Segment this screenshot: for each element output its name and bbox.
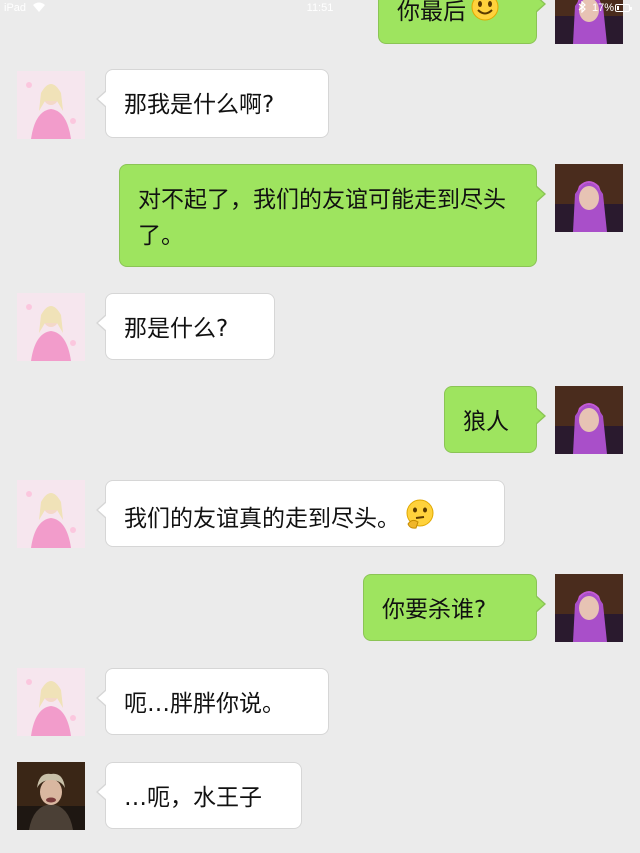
message-bubble-incoming[interactable]: 那是什么? (96, 293, 275, 360)
message-bubble-incoming[interactable]: 我们的友谊真的走到尽头。 (96, 480, 505, 547)
clock: 11:51 (306, 2, 334, 14)
battery-icon (615, 4, 632, 12)
avatar-princess[interactable] (17, 293, 85, 361)
message-bubble-incoming[interactable]: 那我是什么啊? (96, 69, 329, 138)
message-bubble-outgoing[interactable]: 狼人 (444, 386, 546, 453)
battery-percent: 17% (592, 2, 615, 14)
message-bubble-incoming[interactable]: 呃…胖胖你说。 (96, 668, 329, 735)
thinking-face-icon (404, 498, 436, 541)
avatar-princess[interactable] (17, 71, 85, 139)
message-text: 那是什么? (124, 316, 229, 342)
message-bubble-outgoing[interactable]: 你要杀谁? (363, 574, 546, 641)
message-text: 呃…胖胖你说。 (124, 691, 285, 717)
message-bubble-incoming[interactable]: …呃，水王子 (96, 762, 302, 829)
message-text: 对不起了，我们的友谊可能走到尽头了。 (138, 187, 506, 249)
avatar-me[interactable] (555, 574, 623, 642)
message-text: 你要杀谁? (382, 597, 487, 623)
avatar-water-prince[interactable] (17, 762, 85, 830)
avatar-princess[interactable] (17, 668, 85, 736)
message-text: 我们的友谊真的走到尽头。 (124, 506, 400, 532)
battery-level-fill (617, 6, 619, 10)
message-text: …呃，水王子 (124, 785, 262, 811)
message-text: 那我是什么啊? (124, 92, 275, 118)
status-bar: iPad 11:51 17% (0, 0, 640, 18)
message-text: 狼人 (463, 409, 509, 435)
avatar-me[interactable] (555, 386, 623, 454)
message-bubble-outgoing[interactable]: 对不起了，我们的友谊可能走到尽头了。 (119, 164, 546, 267)
avatar-princess[interactable] (17, 480, 85, 548)
avatar-me[interactable] (555, 164, 623, 232)
bluetooth-icon (578, 0, 586, 16)
